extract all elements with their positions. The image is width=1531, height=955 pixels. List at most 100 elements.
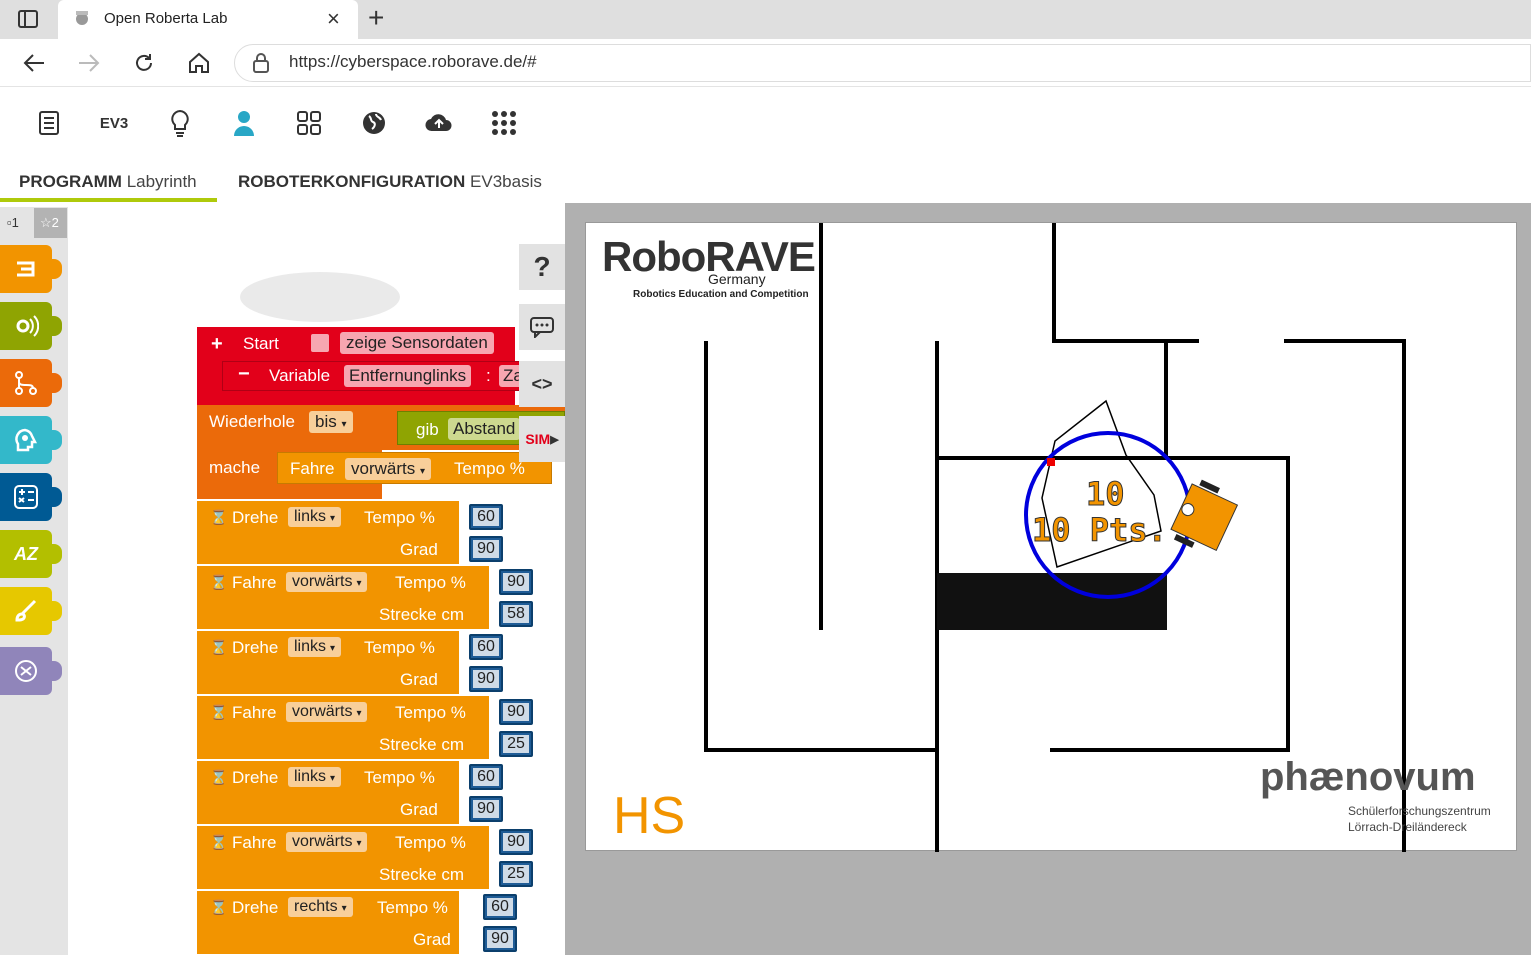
step-speed-label: Tempo % [364, 768, 435, 787]
step-param-value[interactable]: 58 [499, 601, 533, 627]
sim-arrow-icon: ▶ [550, 433, 559, 446]
step-action-label: Fahre [232, 703, 277, 722]
new-tab-icon[interactable]: + [368, 2, 384, 34]
phaenovum-line1: Schülerforschungszentrum [1348, 804, 1491, 818]
step-direction-dropdown[interactable]: links ▾ [288, 767, 342, 787]
hourglass-icon: ⌛ [210, 639, 228, 655]
repeat-mode-dropdown[interactable]: bis ▾ [309, 411, 353, 433]
tab-config-label: ROBOTERKONFIGURATION [238, 172, 466, 191]
step-param-text: 25 [503, 865, 529, 883]
category-math[interactable] [0, 473, 62, 521]
simulation-canvas[interactable]: RoboRAVE Germany Robotics Education and … [585, 222, 1517, 863]
gallery-icon[interactable] [289, 104, 329, 142]
tab-program[interactable]: PROGRAMM Labyrinth [19, 172, 197, 192]
robot-ev3-button[interactable]: EV3 [94, 104, 134, 142]
apps-icon[interactable] [484, 104, 524, 142]
step-speed-text: 90 [503, 573, 529, 591]
step-speed-value[interactable]: 60 [469, 634, 503, 660]
marker-red [1047, 458, 1055, 466]
globe-icon[interactable] [354, 104, 394, 142]
step-direction-dropdown[interactable]: vorwärts ▾ [286, 572, 368, 592]
user-icon[interactable] [224, 104, 264, 142]
step-param-value[interactable]: 90 [469, 536, 503, 562]
step-direction-value: vorwärts [292, 573, 353, 590]
step-param-value[interactable]: 25 [499, 731, 533, 757]
hs-mark: HS [613, 787, 686, 845]
hourglass-icon: ⌛ [210, 509, 228, 525]
roborave-sub: Germany [708, 271, 766, 287]
reload-icon[interactable] [127, 46, 161, 80]
code-view-button[interactable]: <> [519, 361, 565, 407]
step-action-label: Drehe [232, 508, 279, 527]
step-speed-value[interactable]: 90 [499, 829, 533, 855]
lightbulb-icon[interactable] [160, 104, 200, 142]
inner-drive-direction[interactable]: vorwärts ▾ [345, 458, 431, 480]
url-text[interactable]: https://cyberspace.roborave.de/# [289, 52, 537, 72]
level-1-label: 1 [11, 215, 19, 230]
get-sensor-field[interactable]: Abstand [448, 418, 521, 440]
comment-button[interactable] [519, 304, 565, 350]
category-sensors[interactable] [0, 302, 62, 350]
step-direction-dropdown[interactable]: links ▾ [288, 507, 342, 527]
category-action[interactable] [0, 245, 62, 293]
category-logic[interactable] [0, 416, 62, 464]
step-speed-value[interactable]: 90 [499, 569, 533, 595]
variable-name-field[interactable]: Entfernunglinks [344, 365, 472, 387]
dropdown-arrow-icon: ▾ [419, 466, 425, 477]
do-label: mache [209, 458, 261, 477]
step-param-value[interactable]: 90 [483, 926, 517, 952]
level-1-button[interactable]: ▫1 [0, 208, 33, 238]
dropdown-arrow-icon: ▾ [356, 578, 362, 589]
category-colour[interactable] [0, 587, 62, 635]
step-speed-value[interactable]: 90 [499, 699, 533, 725]
sim-label: SIM [525, 431, 551, 447]
tab-actions-icon[interactable] [16, 8, 40, 30]
repeat-label: Wiederhole [209, 412, 295, 431]
step-param-label: Grad [400, 540, 438, 559]
step-param-text: 25 [503, 735, 529, 753]
step-direction-dropdown[interactable]: vorwärts ▾ [286, 832, 368, 852]
step-direction-dropdown[interactable]: rechts ▾ [288, 897, 353, 917]
step-direction-dropdown[interactable]: vorwärts ▾ [286, 702, 368, 722]
step-param-label: Strecke cm [379, 865, 465, 884]
sim-button[interactable]: SIM ▶ [519, 416, 565, 462]
back-icon[interactable] [17, 46, 51, 80]
repeat-mode-value: bis [315, 412, 337, 431]
lock-icon[interactable] [252, 53, 270, 73]
category-control[interactable] [0, 359, 62, 407]
phaenovum-logo: phænovum [1260, 755, 1476, 799]
robot-watermark-icon [220, 262, 400, 322]
step-param-value[interactable]: 90 [469, 796, 503, 822]
start-plus-icon[interactable]: + [211, 333, 223, 356]
category-variables[interactable] [0, 647, 62, 695]
list-icon[interactable] [29, 104, 69, 142]
step-speed-value[interactable]: 60 [483, 894, 517, 920]
step-speed-text: 90 [503, 833, 529, 851]
level-2-button[interactable]: ☆2 [34, 208, 67, 238]
step-speed-value[interactable]: 60 [469, 504, 503, 530]
cloud-icon[interactable] [419, 104, 459, 142]
hourglass-icon: ⌛ [210, 834, 228, 850]
step-direction-value: vorwärts [292, 703, 353, 720]
help-button[interactable]: ? [519, 244, 565, 290]
step-param-value[interactable]: 25 [499, 861, 533, 887]
home-icon[interactable] [182, 46, 216, 80]
tab-robot-config[interactable]: ROBOTERKONFIGURATION EV3basis [238, 172, 542, 192]
show-sensors-label: zeige Sensordaten [340, 332, 494, 354]
step-direction-dropdown[interactable]: links ▾ [288, 637, 342, 657]
step-direction-value: rechts [294, 898, 338, 915]
variable-minus-icon[interactable]: − [238, 363, 250, 386]
hourglass-icon: ⌛ [210, 704, 228, 720]
show-sensors-checkbox[interactable] [311, 334, 329, 352]
dropdown-arrow-icon: ▾ [330, 643, 336, 654]
step-speed-label: Tempo % [364, 508, 435, 527]
step-param-text: 90 [473, 670, 499, 688]
dropdown-arrow-icon: ▾ [356, 838, 362, 849]
forward-icon[interactable] [72, 46, 106, 80]
maze-black-zone [937, 573, 1167, 630]
step-speed-value[interactable]: 60 [469, 764, 503, 790]
tab-close-icon[interactable]: × [327, 6, 340, 32]
variable-label: Variable [269, 366, 331, 385]
category-text[interactable]: AZ [0, 530, 62, 578]
step-param-value[interactable]: 90 [469, 666, 503, 692]
